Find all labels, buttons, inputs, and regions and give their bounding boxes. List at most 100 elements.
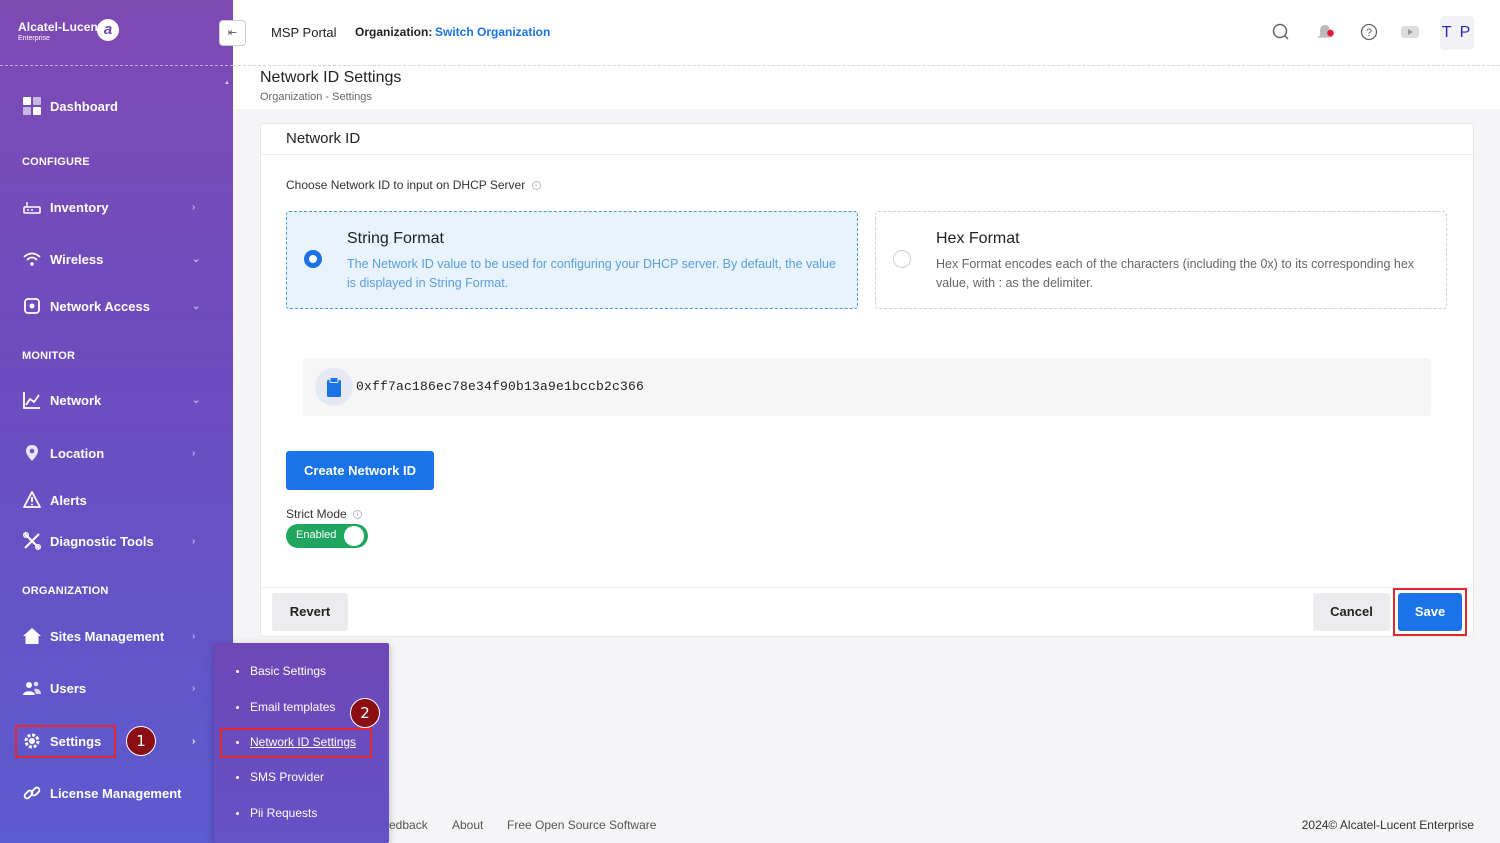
sidebar-item-label: Diagnostic Tools bbox=[50, 533, 154, 549]
flyout-item-sms-provider[interactable]: SMS Provider bbox=[236, 770, 324, 784]
settings-highlight-box bbox=[15, 725, 116, 758]
sidebar-item-label: Location bbox=[50, 445, 105, 461]
hex-format-option[interactable]: Hex Format Hex Format encodes each of th… bbox=[875, 211, 1447, 309]
chevron-right-icon: › bbox=[192, 535, 196, 547]
sidebar-item-sites-management[interactable]: Sites Management › bbox=[0, 618, 233, 654]
license-link-icon bbox=[22, 783, 42, 803]
brand: Alcatel-Lucent Enterprise a bbox=[0, 0, 233, 66]
sidebar-item-label: License Management bbox=[50, 785, 182, 801]
sidebar-item-label: Inventory bbox=[50, 199, 109, 215]
breadcrumb: Organization - Settings bbox=[260, 91, 372, 103]
save-highlight-box bbox=[1393, 588, 1467, 636]
chevron-down-icon: ⌄ bbox=[192, 253, 201, 265]
network-id-settings-highlight-box bbox=[220, 728, 372, 758]
page-title: Network ID Settings bbox=[260, 69, 402, 86]
brand-name: Alcatel-Lucent bbox=[18, 20, 103, 34]
user-avatar[interactable]: T P bbox=[1440, 16, 1474, 50]
option-description: Hex Format encodes each of the character… bbox=[936, 257, 1415, 290]
network-access-icon bbox=[22, 296, 42, 316]
svg-text:?: ? bbox=[1366, 27, 1372, 39]
info-icon[interactable]: i bbox=[353, 510, 363, 519]
choose-label-text: Choose Network ID to input on DHCP Serve… bbox=[286, 178, 526, 192]
sidebar-item-label: Sites Management bbox=[50, 628, 165, 644]
cancel-button[interactable]: Cancel bbox=[1313, 593, 1390, 631]
users-icon bbox=[22, 678, 42, 698]
strict-mode-label: Strict Mode i bbox=[286, 507, 363, 521]
revert-button[interactable]: Revert bbox=[272, 593, 348, 631]
flyout-item-label: Pii Requests bbox=[250, 806, 318, 820]
copyright: 2024© Alcatel-Lucent Enterprise bbox=[1301, 818, 1474, 832]
sidebar-item-label: Network Access bbox=[50, 298, 150, 314]
toggle-state-label: Enabled bbox=[296, 529, 337, 541]
network-id-display: 0xff7ac186ec78e34f90b13a9e1bccb2c366 bbox=[303, 358, 1431, 416]
footer-link-open-source[interactable]: Free Open Source Software bbox=[507, 818, 656, 832]
sidebar-item-dashboard[interactable]: Dashboard bbox=[0, 88, 233, 124]
step-badge-2: 2 bbox=[350, 698, 380, 728]
sidebar-item-label: Users bbox=[50, 680, 87, 696]
flyout-item-pii-requests[interactable]: Pii Requests bbox=[236, 806, 317, 820]
info-icon[interactable]: i bbox=[531, 181, 541, 190]
organization-label: Organization: bbox=[355, 25, 433, 39]
option-title: String Format bbox=[347, 230, 444, 247]
create-network-id-button[interactable]: Create Network ID bbox=[286, 451, 434, 490]
sidebar-item-network[interactable]: Network ⌄ bbox=[0, 382, 233, 418]
sidebar-item-network-access[interactable]: Network Access ⌄ bbox=[0, 288, 233, 324]
bullet-icon bbox=[236, 811, 239, 815]
strict-mode-toggle[interactable]: Enabled bbox=[286, 524, 368, 548]
divider bbox=[261, 587, 1473, 588]
footer-link-about[interactable]: About bbox=[452, 818, 483, 832]
flyout-item-email-templates[interactable]: Email templates bbox=[236, 700, 335, 714]
chevron-right-icon: › bbox=[192, 447, 196, 459]
chevron-right-icon: › bbox=[192, 735, 196, 747]
sidebar-item-users[interactable]: Users › bbox=[0, 670, 233, 706]
divider bbox=[261, 154, 1473, 155]
hex-format-radio[interactable] bbox=[893, 250, 911, 268]
sidebar-item-inventory[interactable]: Inventory › bbox=[0, 189, 233, 225]
notification-bell-icon[interactable] bbox=[1316, 22, 1336, 42]
sidebar-item-label: Wireless bbox=[50, 251, 104, 267]
footer-link-feedback[interactable]: edback bbox=[389, 818, 428, 832]
card-title: Network ID bbox=[286, 130, 361, 147]
sidebar-item-license-management[interactable]: License Management bbox=[0, 775, 233, 811]
chevron-right-icon: › bbox=[192, 682, 196, 694]
string-format-radio[interactable] bbox=[304, 250, 322, 268]
collapse-sidebar-button[interactable]: ⇤ bbox=[219, 20, 246, 46]
bullet-icon bbox=[236, 705, 239, 709]
page-header: Network ID Settings Organization - Setti… bbox=[233, 66, 1500, 109]
choose-network-id-label: Choose Network ID to input on DHCP Serve… bbox=[286, 178, 541, 192]
home-icon bbox=[22, 626, 42, 646]
search-icon[interactable] bbox=[1271, 22, 1291, 42]
sidebar-item-label: Alerts bbox=[50, 492, 87, 508]
sidebar-item-location[interactable]: Location › bbox=[0, 435, 233, 471]
inventory-icon bbox=[22, 197, 42, 217]
switch-organization-link[interactable]: Switch Organization bbox=[435, 25, 550, 39]
sidebar-item-wireless[interactable]: Wireless ⌄ bbox=[0, 241, 233, 277]
clipboard-icon[interactable] bbox=[315, 368, 353, 406]
bullet-icon bbox=[236, 669, 239, 673]
sidebar-item-label: Dashboard bbox=[50, 98, 118, 114]
brand-logo-icon: a bbox=[97, 19, 119, 41]
scroll-up-icon[interactable]: ▲ bbox=[224, 80, 230, 86]
network-chart-icon bbox=[22, 390, 42, 410]
network-id-card: Network ID Choose Network ID to input on… bbox=[260, 123, 1474, 637]
step-badge-1: 1 bbox=[126, 726, 156, 756]
flyout-item-basic-settings[interactable]: Basic Settings bbox=[236, 664, 326, 678]
brand-subtitle: Enterprise bbox=[18, 35, 50, 42]
wifi-icon bbox=[22, 249, 42, 269]
top-bar: ⇤ MSP Portal Organization: Switch Organi… bbox=[219, 0, 1500, 66]
sidebar-item-diagnostic-tools[interactable]: Diagnostic Tools › bbox=[0, 523, 233, 559]
flyout-item-label: Email templates bbox=[250, 700, 336, 714]
chevron-right-icon: › bbox=[192, 630, 196, 642]
dashboard-icon bbox=[22, 96, 42, 116]
video-icon[interactable] bbox=[1400, 22, 1420, 42]
bullet-icon bbox=[236, 775, 239, 779]
section-organization: ORGANIZATION bbox=[22, 585, 109, 597]
string-format-option[interactable]: String Format The Network ID value to be… bbox=[286, 211, 858, 309]
option-description: The Network ID value to be used for conf… bbox=[347, 257, 836, 290]
sidebar-item-alerts[interactable]: Alerts bbox=[0, 482, 233, 518]
sidebar-item-label: Network bbox=[50, 392, 102, 408]
toggle-knob bbox=[344, 526, 364, 546]
help-icon[interactable]: ? bbox=[1359, 22, 1379, 42]
section-monitor: MONITOR bbox=[22, 350, 76, 362]
alert-triangle-icon bbox=[22, 490, 42, 510]
